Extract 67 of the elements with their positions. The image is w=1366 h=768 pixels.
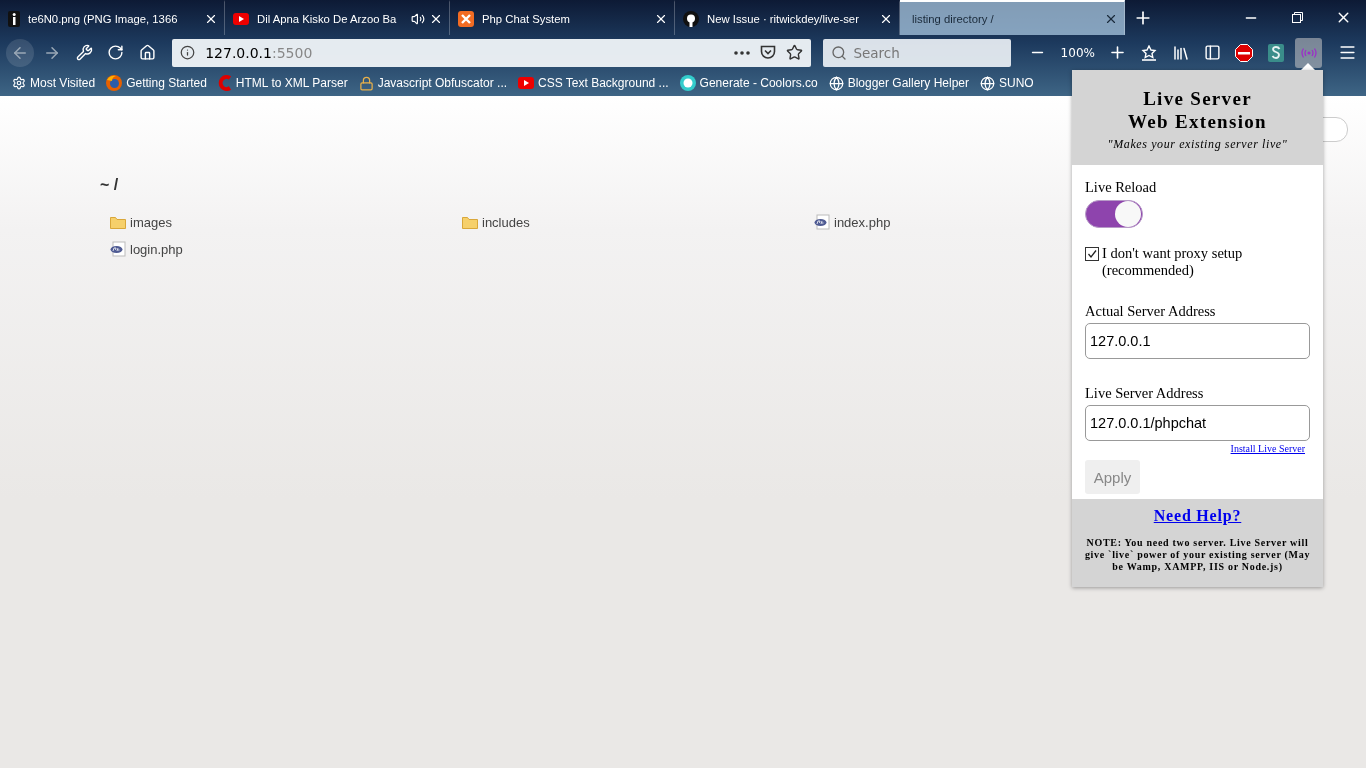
circle-logo-icon bbox=[679, 75, 696, 91]
globe-icon bbox=[980, 75, 996, 91]
pocket-icon[interactable] bbox=[760, 45, 777, 60]
file-link[interactable]: images bbox=[110, 214, 172, 230]
proxy-checkbox[interactable] bbox=[1085, 247, 1099, 261]
live-reload-label: Live Reload bbox=[1085, 179, 1157, 196]
bookmark-item[interactable]: Generate - Coolors.co bbox=[679, 75, 818, 91]
globe-icon bbox=[828, 75, 844, 91]
proxy-label: I don't want proxy setup (recommended) bbox=[1102, 245, 1244, 279]
wrench-icon[interactable] bbox=[75, 44, 93, 61]
zoom-level[interactable]: 100% bbox=[1056, 45, 1099, 60]
menu-icon[interactable] bbox=[1337, 43, 1357, 62]
field-label: Actual Server Address bbox=[1085, 303, 1216, 320]
search-icon bbox=[831, 44, 848, 61]
folder-icon bbox=[462, 215, 478, 229]
bookmark-item[interactable]: SUNO bbox=[980, 75, 1034, 91]
search-field[interactable]: Search bbox=[823, 38, 1011, 67]
stop-sign-icon[interactable] bbox=[1235, 43, 1254, 62]
browser-tab[interactable]: te6N0.png (PNG Image, 1366 bbox=[0, 0, 225, 35]
speaker-icon[interactable] bbox=[411, 11, 425, 26]
file-link[interactable]: includes bbox=[462, 214, 530, 230]
info-favicon-icon bbox=[8, 10, 20, 27]
play-logo-icon bbox=[233, 12, 249, 25]
gear-icon bbox=[12, 76, 26, 90]
popup-tagline: "Makes your existing server live" bbox=[1107, 137, 1288, 152]
browser-tab[interactable]: Php Chat System bbox=[450, 0, 675, 35]
live-reload-toggle[interactable] bbox=[1085, 200, 1143, 228]
bookmark-item[interactable]: Javascript Obfuscator ... bbox=[358, 75, 508, 91]
php-file-icon bbox=[814, 214, 830, 230]
reload-icon[interactable] bbox=[107, 44, 125, 61]
address-input[interactable]: 127.0.0.1 bbox=[1085, 323, 1310, 359]
file-link[interactable]: login.php bbox=[110, 241, 183, 257]
more-dots-icon[interactable] bbox=[734, 50, 751, 55]
field-label: Live Server Address bbox=[1085, 385, 1204, 402]
folder-icon bbox=[110, 215, 126, 229]
bookmark-item[interactable]: Blogger Gallery Helper bbox=[828, 75, 970, 91]
address-input[interactable]: 127.0.0.1/phpchat bbox=[1085, 405, 1310, 441]
bookmark-star-icon[interactable] bbox=[786, 44, 804, 61]
xampp-logo-icon bbox=[458, 10, 474, 27]
restore-icon[interactable] bbox=[1291, 12, 1303, 23]
note-text: NOTE: You need two server. Live Server will give `live` power of your existing server (May be Wamp, XAMPP, IIS or Node.js) bbox=[1084, 537, 1311, 573]
browser-tab[interactable]: Dil Apna Kisko De Arzoo Ba bbox=[225, 0, 450, 35]
sidebar-icon[interactable] bbox=[1204, 44, 1222, 61]
address-bar[interactable]: 127.0.0.1:5500 bbox=[172, 38, 812, 67]
home-icon[interactable] bbox=[138, 44, 156, 61]
php-file-icon bbox=[110, 241, 126, 257]
info-icon[interactable] bbox=[180, 45, 196, 60]
url-text: 127.0.0.1:5500 bbox=[205, 44, 313, 61]
s-tile-icon[interactable] bbox=[1267, 43, 1284, 62]
play-logo-icon bbox=[518, 77, 535, 89]
tray-star-icon[interactable] bbox=[1141, 44, 1158, 61]
browser-tab[interactable]: listing directory / bbox=[900, 0, 1125, 35]
file-link[interactable]: index.php bbox=[814, 214, 891, 230]
c-logo-icon bbox=[217, 75, 232, 91]
library-icon[interactable] bbox=[1172, 43, 1190, 62]
search-placeholder: Search bbox=[853, 44, 900, 61]
directory-heading: ~ / bbox=[100, 176, 119, 194]
install-link[interactable]: Install Live Server bbox=[1230, 443, 1305, 454]
popup-title: Web Extension bbox=[1128, 110, 1267, 133]
bookmark-item[interactable]: Most Visited bbox=[12, 76, 96, 90]
lock-icon bbox=[358, 75, 374, 91]
bookmark-item[interactable]: HTML to XML Parser bbox=[217, 75, 348, 91]
help-link[interactable]: Need Help? bbox=[1153, 507, 1242, 525]
popup-title: Live Server bbox=[1143, 87, 1252, 110]
bookmark-item[interactable]: Getting Started bbox=[106, 75, 207, 91]
fox-globe-icon bbox=[106, 75, 123, 91]
bookmark-item[interactable]: CSS Text Background ... bbox=[518, 76, 669, 90]
